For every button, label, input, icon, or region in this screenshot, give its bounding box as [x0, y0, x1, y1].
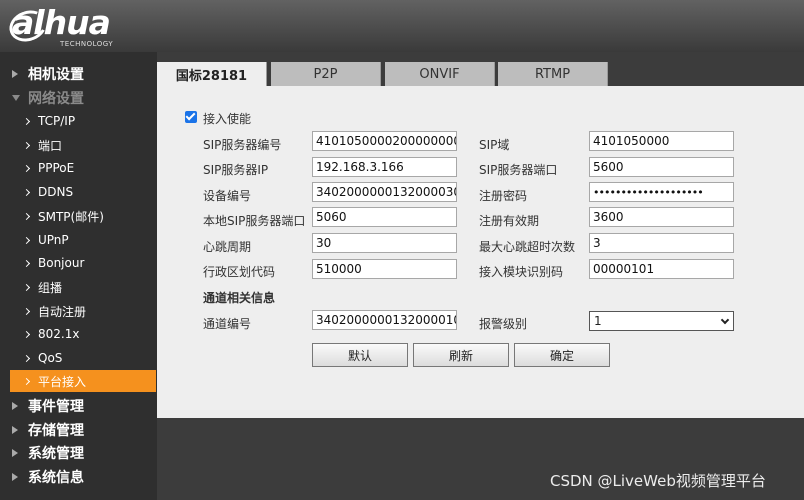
reg-validity-input[interactable]: 3600	[589, 207, 734, 227]
sip-server-port-input[interactable]: 5600	[589, 157, 734, 177]
chevron-right-icon	[22, 236, 31, 244]
alarm-level-value: 1	[594, 314, 602, 328]
chevron-right-icon	[22, 283, 31, 291]
tab-rtmp[interactable]: RTMP	[498, 62, 608, 86]
local-sip-port-label: 本地SIP服务器端口	[203, 214, 306, 228]
sip-server-port-label: SIP服务器端口	[479, 163, 558, 177]
collapse-arrow-icon	[12, 95, 20, 101]
sidebar-item-system-info[interactable]: 系统信息	[0, 465, 157, 489]
sidebar-subitem-smtp[interactable]: SMTP(邮件)	[10, 205, 156, 227]
sidebar-subitem-qos[interactable]: QoS	[10, 347, 156, 369]
sidebar-subitem-tcpip[interactable]: TCP/IP	[10, 110, 156, 132]
heartbeat-label: 心跳周期	[203, 240, 252, 254]
device-id-label: 设备编号	[203, 189, 252, 203]
sidebar-subitem-auto-register[interactable]: 自动注册	[10, 300, 156, 322]
chevron-right-icon	[22, 188, 31, 196]
alarm-level-label: 报警级别	[479, 317, 528, 331]
enable-checkbox[interactable]	[185, 111, 197, 123]
chevron-down-icon	[720, 315, 730, 325]
expand-arrow-icon	[12, 449, 18, 457]
expand-arrow-icon	[12, 426, 18, 434]
chevron-right-icon	[22, 141, 31, 149]
expand-arrow-icon	[12, 70, 18, 78]
device-id-input[interactable]: 34020000001320000306	[312, 182, 457, 202]
sidebar-item-system-management[interactable]: 系统管理	[0, 441, 157, 465]
sidebar-item-event-management[interactable]: 事件管理	[0, 394, 157, 418]
region-code-label: 行政区划代码	[203, 265, 276, 279]
brand-name: alhua	[12, 3, 111, 42]
confirm-button[interactable]: 确定	[514, 343, 610, 367]
reg-validity-label: 注册有效期	[479, 214, 540, 228]
sidebar-subitem-pppoe[interactable]: PPPoE	[10, 157, 156, 179]
sidebar-item-network-settings[interactable]: 网络设置	[0, 86, 157, 110]
chevron-right-icon	[22, 354, 31, 362]
tab-p2p[interactable]: P2P	[271, 62, 381, 86]
default-button[interactable]: 默认	[312, 343, 408, 367]
tab-onvif[interactable]: ONVIF	[385, 62, 495, 86]
reg-password-input[interactable]: ••••••••••••••••••••	[589, 182, 734, 202]
sidebar-subitem-platform-access[interactable]: 平台接入	[10, 370, 156, 392]
sidebar-item-camera-settings[interactable]: 相机设置	[0, 62, 157, 86]
watermark-text: CSDN @LiveWeb视频管理平台	[550, 472, 766, 490]
heartbeat-input[interactable]: 30	[312, 233, 457, 253]
sidebar-subitem-port[interactable]: 端口	[10, 134, 156, 156]
chevron-right-icon	[22, 117, 31, 125]
sidebar-subitem-8021x[interactable]: 802.1x	[10, 323, 156, 345]
chevron-right-icon	[22, 212, 31, 220]
sip-server-id-label: SIP服务器编号	[203, 138, 282, 152]
brand-tagline: TECHNOLOGY	[60, 40, 114, 48]
expand-arrow-icon	[12, 473, 18, 481]
enable-label: 接入使能	[203, 112, 252, 126]
chevron-right-icon	[22, 259, 31, 267]
chevron-right-icon	[22, 307, 31, 315]
sip-domain-label: SIP域	[479, 138, 510, 152]
sip-server-ip-label: SIP服务器IP	[203, 163, 269, 177]
local-sip-port-input[interactable]: 5060	[312, 207, 457, 227]
sip-domain-input[interactable]: 4101050000	[589, 131, 734, 151]
max-heartbeat-timeout-input[interactable]: 3	[589, 233, 734, 253]
sip-server-ip-input[interactable]: 192.168.3.166	[312, 157, 457, 177]
chevron-right-icon	[22, 377, 31, 385]
access-module-id-input[interactable]: 00000101	[589, 259, 734, 279]
reg-password-label: 注册密码	[479, 189, 528, 203]
region-code-input[interactable]: 510000	[312, 259, 457, 279]
sidebar-item-storage-management[interactable]: 存储管理	[0, 418, 157, 442]
refresh-button[interactable]: 刷新	[413, 343, 509, 367]
chevron-right-icon	[22, 164, 31, 172]
sidebar-subitem-multicast[interactable]: 组播	[10, 276, 156, 298]
tab-gb28181[interactable]: 国标28181	[157, 62, 267, 86]
max-heartbeat-timeout-label: 最大心跳超时次数	[479, 240, 576, 254]
expand-arrow-icon	[12, 402, 18, 410]
channel-section-heading: 通道相关信息	[203, 291, 276, 305]
sip-server-id-input[interactable]: 41010500002000000001	[312, 131, 457, 151]
header-bar: alhua TECHNOLOGY	[0, 0, 804, 52]
sidebar-subitem-upnp[interactable]: UPnP	[10, 229, 156, 251]
alarm-level-select[interactable]: 1	[589, 311, 734, 331]
access-module-id-label: 接入模块识别码	[479, 265, 564, 279]
sidebar-subitem-ddns[interactable]: DDNS	[10, 181, 156, 203]
channel-id-input[interactable]: 34020000001320000106	[312, 310, 457, 330]
sidebar-subitem-bonjour[interactable]: Bonjour	[10, 252, 156, 274]
chevron-right-icon	[22, 330, 31, 338]
channel-id-label: 通道编号	[203, 317, 252, 331]
